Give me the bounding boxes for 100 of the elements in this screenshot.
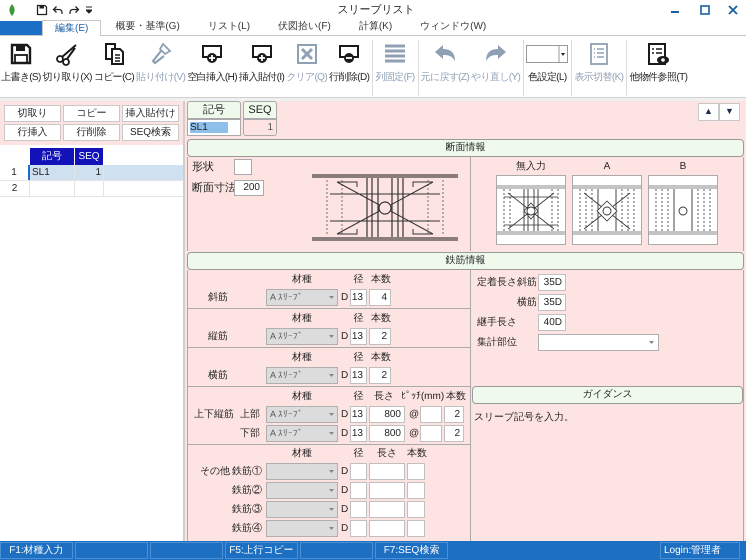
status-segment: F5:上行コピー <box>225 542 298 559</box>
grid-row[interactable]: 2 <box>0 181 183 197</box>
ribbon-tab[interactable]: 計算(K) <box>344 19 406 35</box>
field-label: 継手長さ <box>477 317 517 328</box>
field-label: 記号 <box>187 101 241 119</box>
dropdown-arrow-icon <box>329 489 334 492</box>
number-field[interactable] <box>369 501 405 518</box>
symbol-field[interactable]: SL1 <box>187 119 241 136</box>
prefix-label: D <box>341 331 348 342</box>
number-field[interactable] <box>407 501 425 518</box>
ribbon-tab[interactable]: 伏図拾い(F) <box>264 19 345 35</box>
ribbon-button[interactable]: 挿入貼付(I) <box>238 40 286 85</box>
number-field[interactable] <box>407 520 425 537</box>
number-field[interactable] <box>350 520 367 537</box>
ribbon-button[interactable]: 空白挿入(H) <box>186 40 238 85</box>
number-field[interactable] <box>369 520 405 537</box>
option-label: B <box>680 161 686 173</box>
save-icon[interactable] <box>36 4 48 16</box>
customize-icon[interactable] <box>86 6 92 14</box>
ribbon-button[interactable]: 他物件参照(T) <box>628 40 688 85</box>
insert-icon <box>250 42 274 66</box>
toolbar-button[interactable]: 行削除 <box>63 124 120 141</box>
row-label: 縦筋 <box>208 331 228 342</box>
dropdown-arrow-icon <box>329 296 334 299</box>
ribbon-tab[interactable]: 概要・基準(G) <box>101 19 194 35</box>
file-tab[interactable] <box>0 21 42 35</box>
number-field[interactable]: 40D <box>538 314 566 331</box>
number-field[interactable] <box>350 482 367 499</box>
prefix-label: D <box>341 370 348 381</box>
row-label: 鉄筋④ <box>232 523 262 534</box>
dropdown-arrow-icon <box>329 374 334 377</box>
number-field[interactable] <box>420 406 442 423</box>
row-label: 横筋 <box>517 297 537 308</box>
number-field[interactable] <box>369 463 405 480</box>
group-label: 上下縦筋 <box>194 409 234 420</box>
ribbon-button[interactable]: 上書き(S) <box>0 40 42 85</box>
row-label: 鉄筋③ <box>232 504 262 515</box>
dropdown-arrow-icon <box>329 470 334 473</box>
tally-dropdown[interactable] <box>538 334 659 351</box>
number-field[interactable]: 35D <box>538 294 566 311</box>
ribbon-tab[interactable]: ウィンドウ(W) <box>406 19 500 35</box>
field-label: 形状 <box>192 160 215 175</box>
seq-field: 1 <box>243 119 277 136</box>
dropdown-arrow-icon <box>329 527 334 530</box>
row-label: 鉄筋① <box>232 466 262 477</box>
row-number: 1 <box>11 167 17 178</box>
column-label: ﾋﾟｯﾁ(mm) <box>400 391 444 402</box>
section-thumbnail[interactable] <box>496 175 566 245</box>
number-field[interactable] <box>350 463 367 480</box>
column-header[interactable]: 記号 <box>30 148 75 165</box>
number-field[interactable]: 35D <box>538 274 566 291</box>
dropdown-arrow-icon <box>329 413 334 416</box>
dropdown-arrow-icon <box>649 341 654 344</box>
group-label: 定着長さ <box>477 277 517 288</box>
dropdown-arrow-icon <box>329 508 334 511</box>
grid-row[interactable]: 1 SL1 1 <box>0 165 183 181</box>
column-header[interactable]: SEQ <box>75 148 104 165</box>
row-label: 横筋 <box>208 370 228 381</box>
toolbar-button[interactable]: 切取り <box>4 105 61 122</box>
column-label: 長さ <box>374 391 394 402</box>
column-label: 長さ <box>377 448 397 459</box>
number-field[interactable] <box>420 425 442 442</box>
section-thumbnail[interactable] <box>572 175 642 245</box>
prefix-label: D <box>341 504 348 515</box>
undo-icon[interactable] <box>52 4 64 16</box>
column-label: 本数 <box>407 448 427 459</box>
redo-icon[interactable] <box>68 4 80 16</box>
option-label: A <box>604 161 610 173</box>
row-number: 2 <box>12 183 18 194</box>
section-thumbnail[interactable] <box>648 175 718 245</box>
column-label: 径 <box>354 352 364 363</box>
toolbar-button[interactable]: 挿入貼付け <box>122 105 179 122</box>
prefix-label: D <box>341 466 348 477</box>
row-label: 鉄筋② <box>232 485 262 496</box>
toolbar-button[interactable]: SEQ検索 <box>122 124 179 141</box>
nav-button[interactable]: ▲ <box>698 103 719 121</box>
field-label: SEQ <box>243 101 277 119</box>
maximize-icon[interactable] <box>700 5 710 15</box>
ribbon-button[interactable]: 色設定(L) <box>525 40 570 85</box>
ribbon-button[interactable]: コピー(C) <box>92 40 136 85</box>
number-field[interactable] <box>350 501 367 518</box>
clear-icon <box>294 42 319 66</box>
shape-field[interactable] <box>234 159 252 175</box>
toolbar-button[interactable]: 行挿入 <box>4 124 61 141</box>
toolbar-button[interactable]: コピー <box>63 105 120 122</box>
size-field[interactable]: 200 <box>234 180 264 196</box>
number-field[interactable] <box>369 482 405 499</box>
copy-icon <box>102 42 126 66</box>
number-field[interactable] <box>407 482 425 499</box>
delete-row-icon <box>337 42 362 66</box>
ribbon-tab[interactable]: リスト(L) <box>194 19 264 35</box>
row-label: 斜筋 <box>208 292 228 303</box>
ribbon-button[interactable]: 行削除(D) <box>328 40 370 85</box>
close-icon[interactable] <box>728 5 738 15</box>
ribbon-button[interactable]: 切り取り(X) <box>42 40 93 85</box>
nav-button[interactable]: ▼ <box>719 103 740 121</box>
number-field[interactable] <box>407 463 425 480</box>
brush-icon <box>148 42 173 66</box>
ribbon-tab[interactable]: 編集(E) <box>42 20 102 36</box>
color-dropdown-icon <box>526 42 568 66</box>
